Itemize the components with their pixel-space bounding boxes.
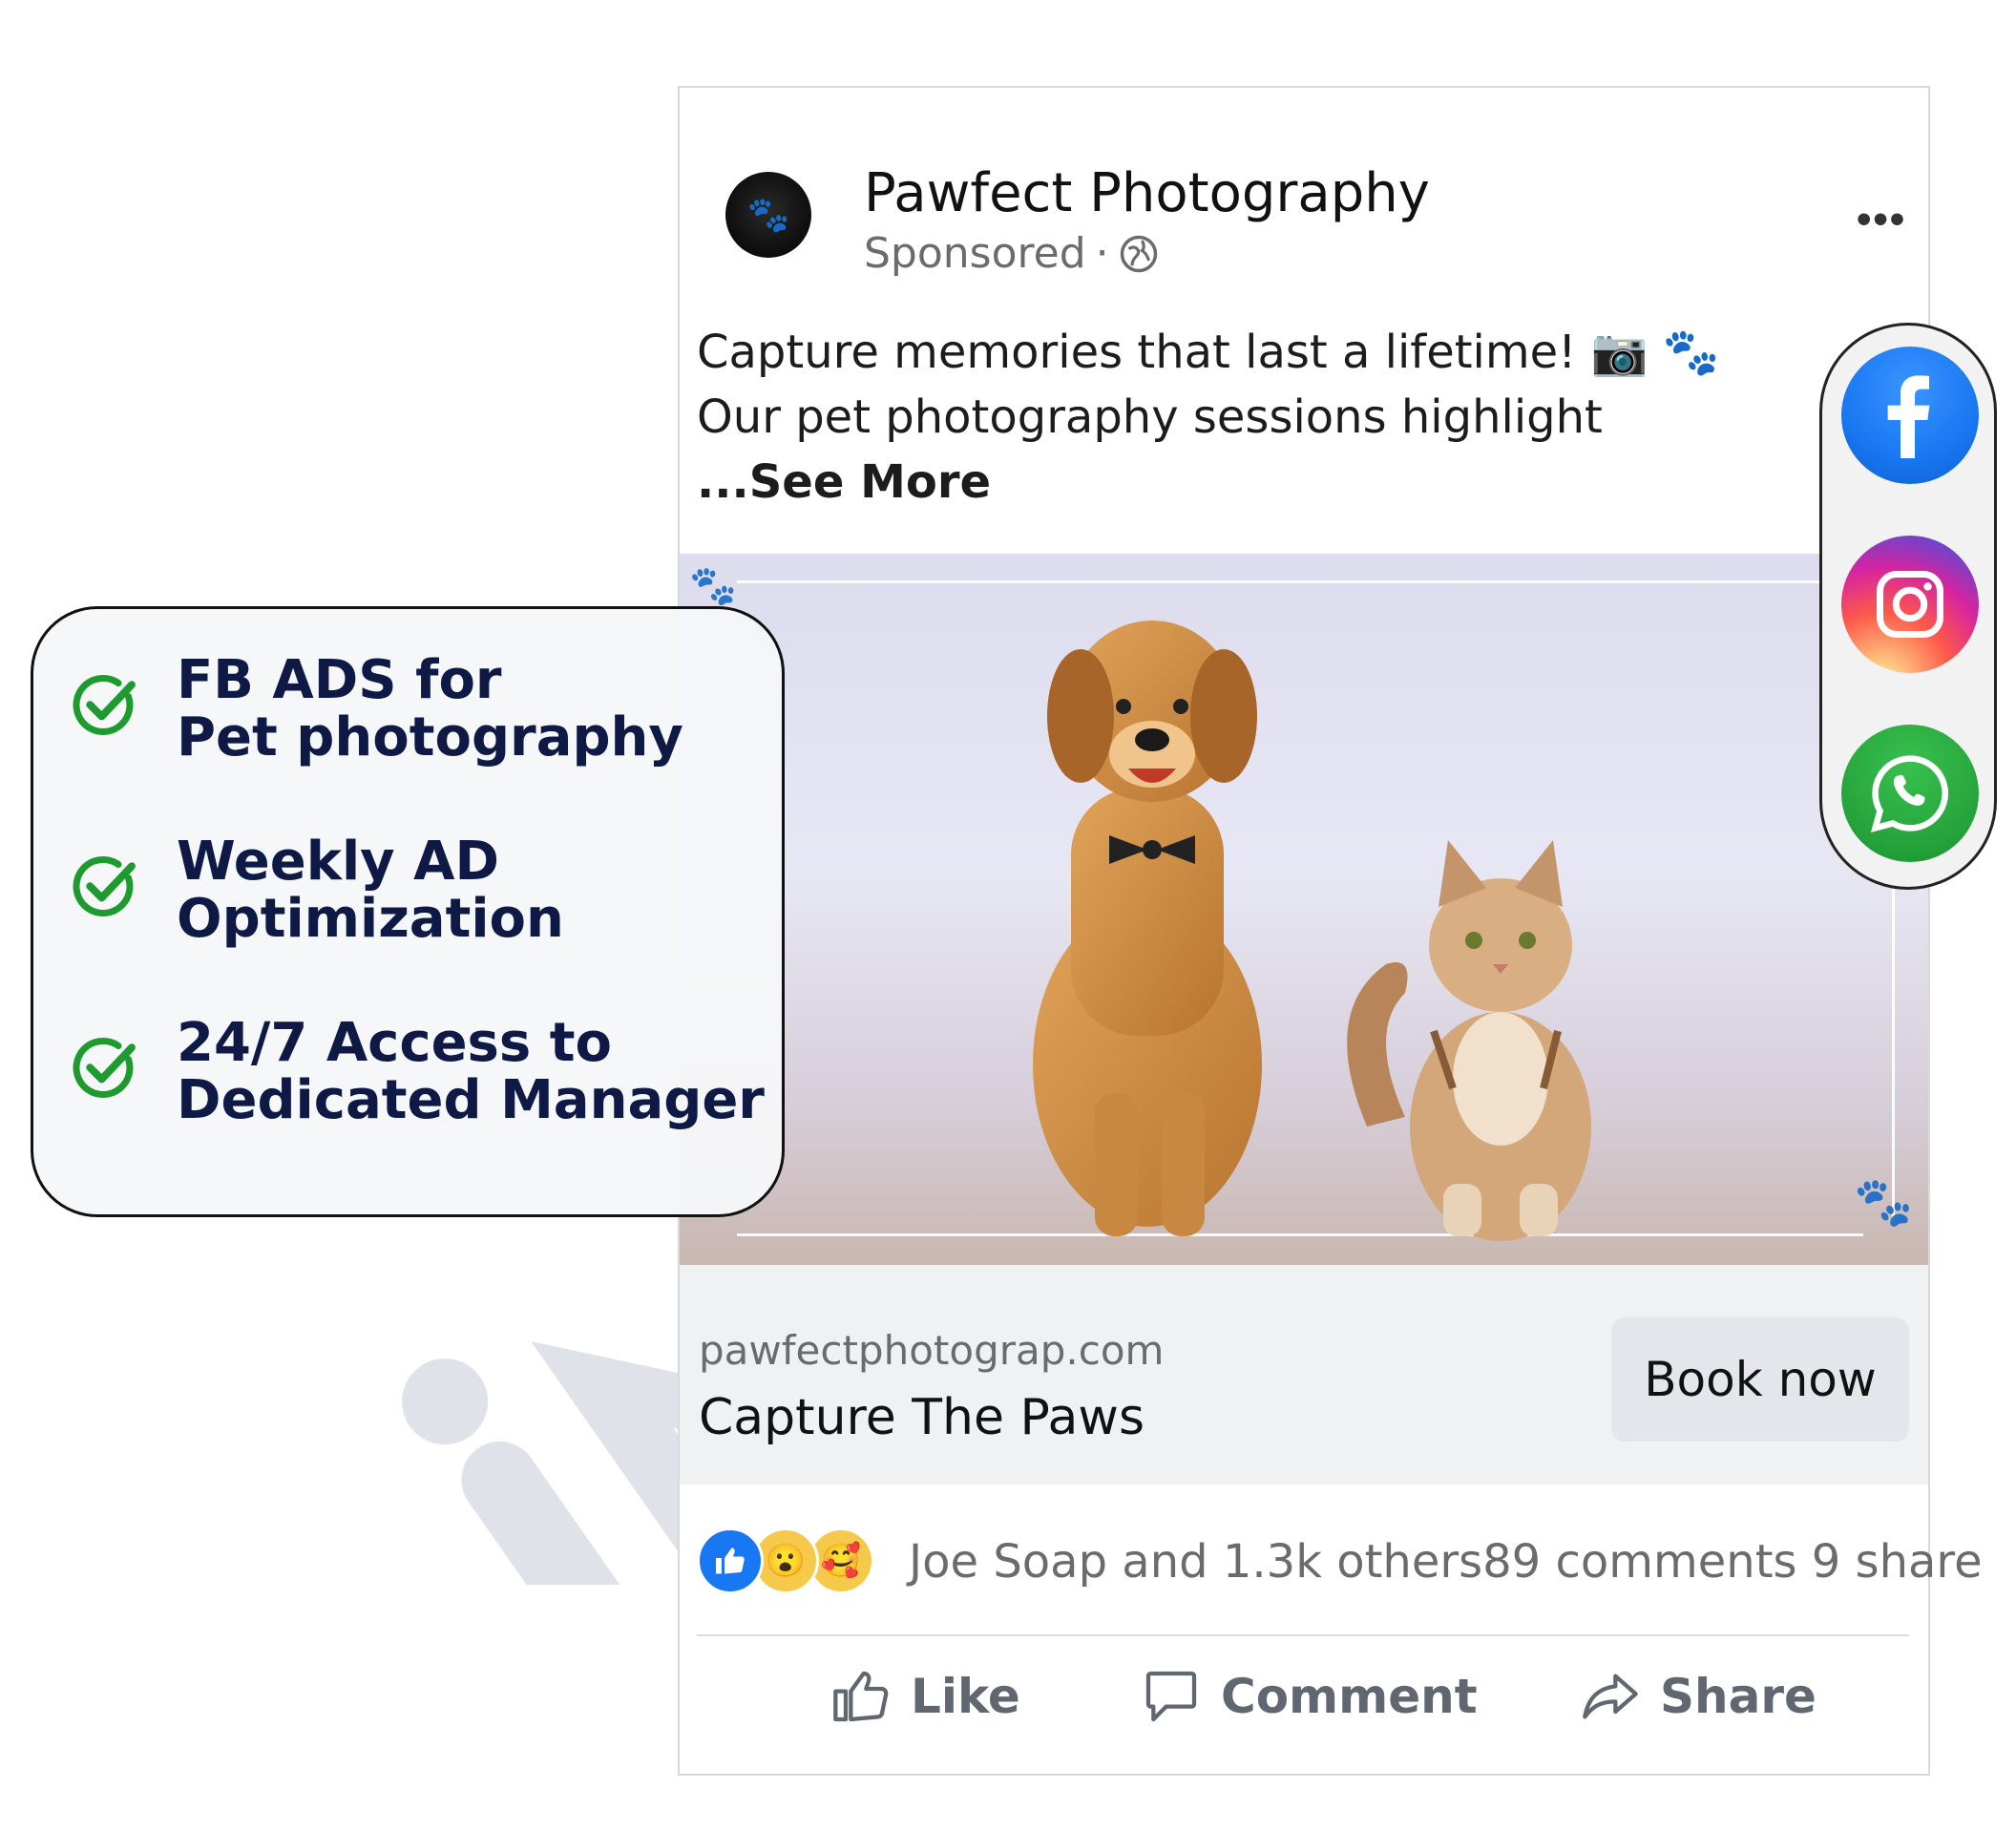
sponsored-label: Sponsored — [864, 229, 1086, 278]
like-reaction-icon — [697, 1527, 764, 1594]
more-options-icon[interactable]: ••• — [1857, 196, 1906, 243]
page-name[interactable]: Pawfect Photography — [864, 162, 1430, 224]
social-icons-pill — [1819, 323, 1997, 890]
reaction-icons[interactable]: 😮 🥰 — [697, 1527, 888, 1598]
check-icon — [73, 855, 136, 916]
page-avatar[interactable]: 🐾 — [725, 172, 811, 258]
like-label: Like — [911, 1669, 1020, 1724]
comment-label: Comment — [1221, 1669, 1478, 1724]
golden-retriever-photo — [1033, 621, 1262, 1236]
share-arrow-icon — [1583, 1674, 1638, 1719]
thumbs-up-icon — [833, 1671, 889, 1722]
feature-title-2b: Optimization — [177, 888, 564, 950]
paw-print-decoration: 🐾 — [689, 565, 737, 607]
book-now-button[interactable]: Book now — [1611, 1317, 1909, 1442]
sponsored-row: Sponsored · — [864, 229, 1159, 278]
feature-title-1b: Pet photography — [177, 706, 683, 769]
caption-line-2: Our pet photography sessions highlight — [697, 390, 1603, 444]
check-icon — [73, 1037, 136, 1098]
camera-emoji-icon: 📷 — [1590, 326, 1648, 379]
separator: · — [1095, 229, 1109, 278]
facebook-icon[interactable] — [1841, 347, 1979, 484]
like-button[interactable]: Like — [830, 1666, 1020, 1727]
post-caption: Capture memories that last a lifetime! 📷… — [697, 320, 1842, 515]
feature-title-3b: Dedicated Manager — [177, 1069, 765, 1131]
tabby-cat-photo — [1347, 840, 1591, 1241]
divider — [697, 1634, 1909, 1636]
ad-image[interactable]: 🐾 🐾 — [680, 554, 1928, 1265]
comment-icon — [1145, 1671, 1197, 1722]
caption-line-1: Capture memories that last a lifetime! — [697, 326, 1577, 379]
share-label: Share — [1660, 1669, 1816, 1724]
instagram-icon[interactable] — [1841, 536, 1979, 673]
check-icon — [73, 674, 136, 735]
link-headline[interactable]: Capture The Paws — [699, 1389, 1144, 1446]
comment-button[interactable]: Comment — [1141, 1666, 1478, 1727]
whatsapp-icon[interactable] — [1841, 725, 1979, 862]
reaction-summary[interactable]: Joe Soap and 1.3k others89 comments 9 sh… — [909, 1535, 1983, 1589]
globe-icon — [1120, 235, 1157, 272]
link-domain: pawfectphotograp.com — [699, 1327, 1165, 1374]
feature-title-1: FB ADS for — [177, 649, 502, 711]
paw-icon: 🐾 — [746, 195, 790, 234]
feature-title-3: 24/7 Access to — [177, 1012, 612, 1074]
see-more-link[interactable]: ...See More — [697, 450, 1842, 515]
feature-title-2: Weekly AD — [177, 831, 499, 893]
share-button[interactable]: Share — [1580, 1666, 1816, 1727]
paw-print-decoration: 🐾 — [1854, 1175, 1914, 1229]
features-panel: FB ADS for Pet photography Weekly AD Opt… — [31, 606, 785, 1217]
paws-emoji-icon: 🐾 — [1662, 326, 1720, 379]
